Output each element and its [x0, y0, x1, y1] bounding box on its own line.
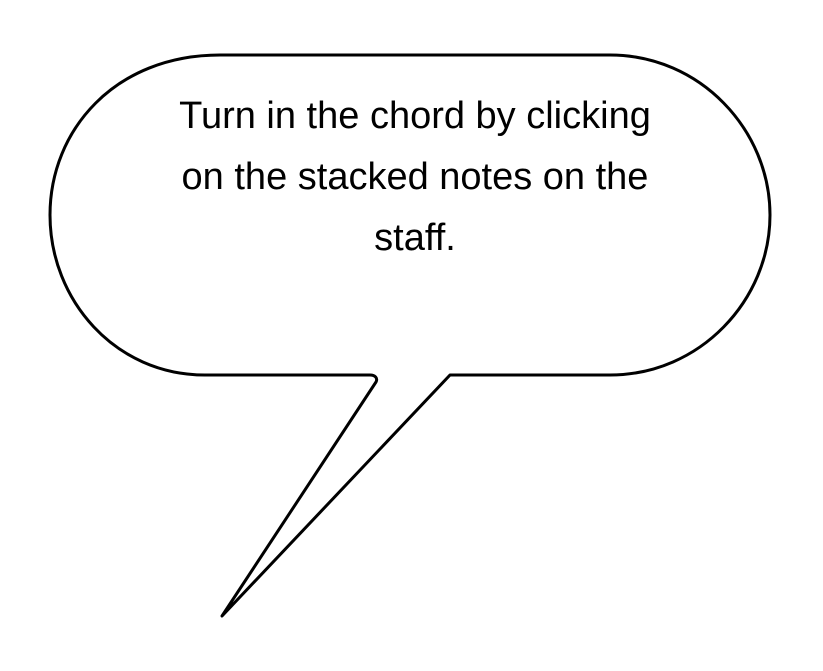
speech-bubble-canvas: Turn in the chord by clicking on the sta… — [0, 0, 823, 671]
speech-bubble-line-2: on the stacked notes on the — [181, 156, 649, 198]
speech-bubble-line-3: staff. — [374, 217, 456, 259]
speech-bubble-line-1: Turn in the chord by clicking — [179, 95, 651, 137]
speech-bubble-text: Turn in the chord by clicking on the sta… — [110, 86, 720, 269]
